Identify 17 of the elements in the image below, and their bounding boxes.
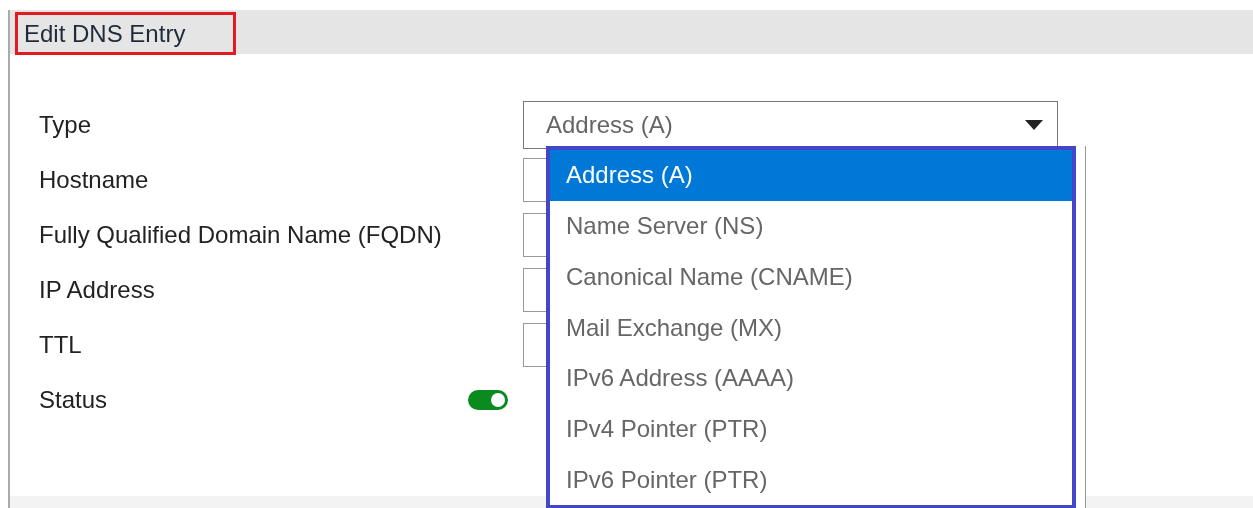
dialog-title: Edit DNS Entry	[24, 19, 186, 48]
type-select[interactable]: Address (A)	[523, 100, 1058, 149]
field-label: TTL	[39, 330, 82, 359]
dropdown-option[interactable]: Name Server (NS)	[550, 200, 1072, 252]
field-label: Hostname	[39, 165, 149, 194]
field-label: Status	[39, 385, 108, 414]
dropdown-option[interactable]: IPv4 Pointer (PTR)	[550, 403, 1072, 455]
dropdown-option[interactable]: Canonical Name (CNAME)	[550, 251, 1072, 303]
dropdown-option[interactable]: IPv6 Pointer (PTR)	[550, 454, 1072, 505]
dropdown-option[interactable]: Mail Exchange (MX)	[550, 302, 1072, 353]
status-toggle[interactable]	[468, 389, 508, 410]
field-label: Fully Qualified Domain Name (FQDN)	[39, 220, 442, 249]
field-label: Type	[39, 110, 92, 139]
dropdown-option[interactable]: Address (A)	[550, 150, 1072, 201]
field-label: IP Address	[39, 275, 155, 304]
caret-icon	[1025, 119, 1043, 130]
dropdown-option[interactable]: IPv6 Address (AAAA)	[550, 352, 1072, 404]
